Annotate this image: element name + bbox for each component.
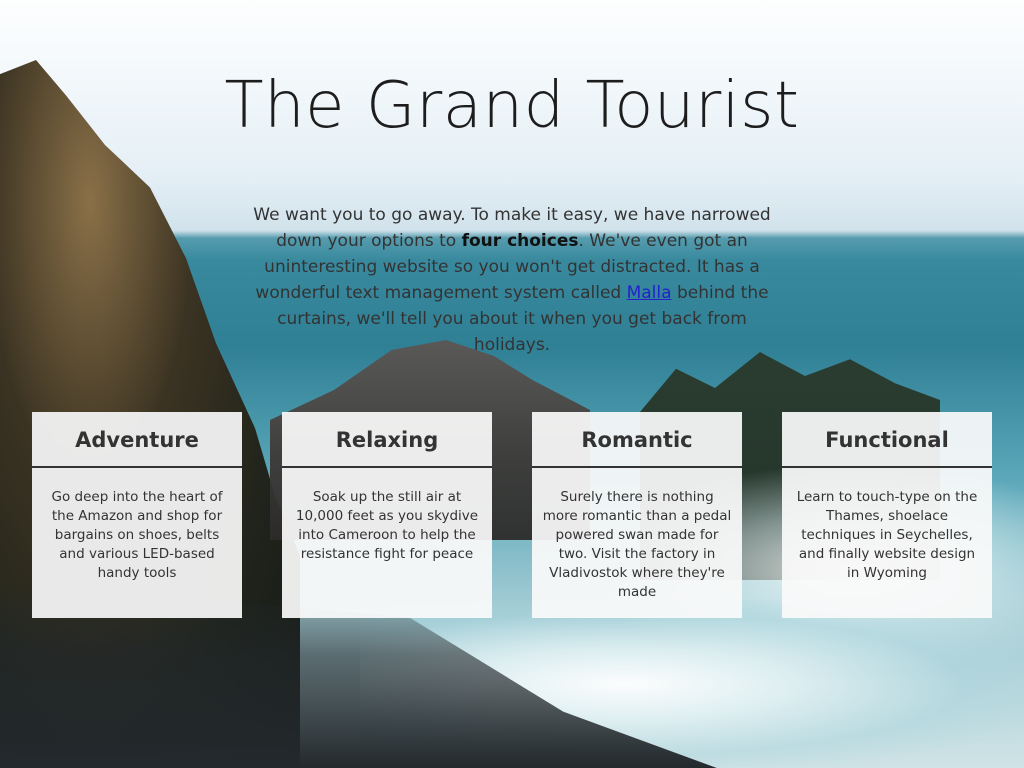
page-content: The Grand Tourist We want you to go away… <box>0 0 1024 768</box>
intro-paragraph: We want you to go away. To make it easy,… <box>238 202 786 358</box>
card-title: Adventure <box>32 412 242 468</box>
card-romantic: Romantic Surely there is nothing more ro… <box>532 412 742 618</box>
page-title: The Grand Tourist <box>224 69 800 143</box>
choices-cards: Adventure Go deep into the heart of the … <box>32 412 992 618</box>
card-description: Go deep into the heart of the Amazon and… <box>51 489 223 581</box>
card-relaxing: Relaxing Soak up the still air at 10,000… <box>282 412 492 618</box>
card-functional: Functional Learn to touch-type on the Th… <box>782 412 992 618</box>
card-description: Soak up the still air at 10,000 feet as … <box>295 489 479 562</box>
card-description: Surely there is nothing more romantic th… <box>542 489 732 600</box>
card-adventure: Adventure Go deep into the heart of the … <box>32 412 242 618</box>
card-title: Relaxing <box>282 412 492 468</box>
card-title: Romantic <box>532 412 742 468</box>
card-description: Learn to touch-type on the Thames, shoel… <box>796 489 978 581</box>
intro-emphasis: four choices <box>461 231 579 251</box>
card-title: Functional <box>782 412 992 468</box>
malla-link[interactable]: Malla <box>627 283 672 303</box>
